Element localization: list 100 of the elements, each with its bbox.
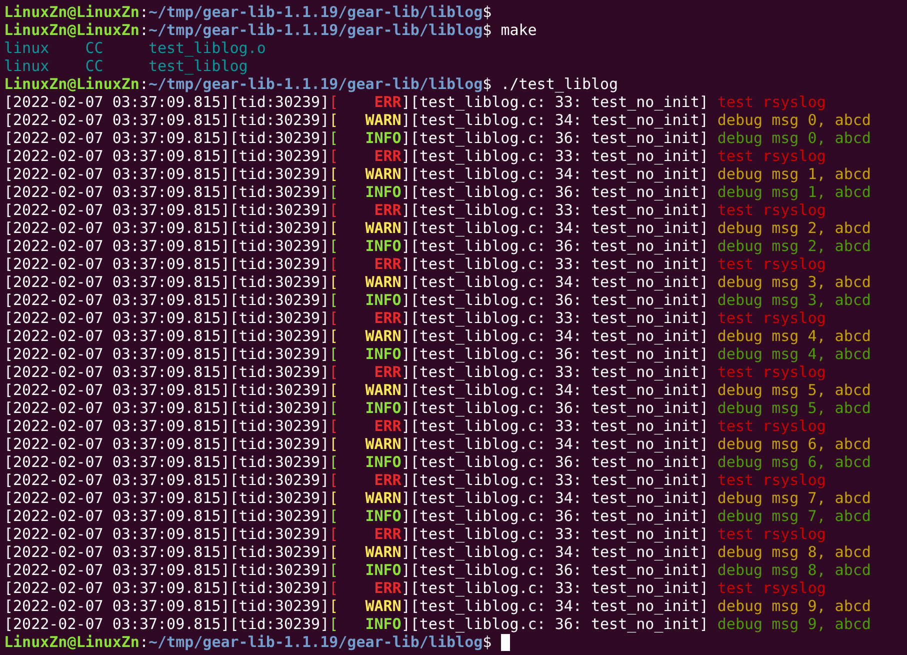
prompt-separator: : <box>139 75 148 93</box>
log-source: ][test_liblog.c: 33: test_no_init] <box>401 579 708 597</box>
log-bracket: [ <box>329 615 338 633</box>
log-bracket: [ <box>329 273 338 291</box>
prompt-symbol: $ <box>482 75 492 93</box>
log-source: ][test_liblog.c: 34: test_no_init] <box>401 165 708 183</box>
log-level: WARN <box>364 111 402 129</box>
log-level: INFO <box>364 291 402 309</box>
log-source: ][test_liblog.c: 33: test_no_init] <box>401 525 708 543</box>
log-source: ][test_liblog.c: 34: test_no_init] <box>401 435 708 453</box>
log-bracket: [ <box>329 561 338 579</box>
log-timestamp: [2022-02-07 03:37:09.815][tid:30239] <box>4 597 330 615</box>
log-message: debug msg 6, abcd <box>717 435 871 453</box>
log-source: ][test_liblog.c: 36: test_no_init] <box>401 399 708 417</box>
log-timestamp: [2022-02-07 03:37:09.815][tid:30239] <box>4 327 330 345</box>
log-bracket: [ <box>329 453 338 471</box>
log-bracket: [ <box>329 165 338 183</box>
prompt-symbol: $ <box>482 633 492 651</box>
log-timestamp: [2022-02-07 03:37:09.815][tid:30239] <box>4 579 330 597</box>
log-level: INFO <box>364 345 402 363</box>
log-source: ][test_liblog.c: 33: test_no_init] <box>401 255 708 273</box>
log-timestamp: [2022-02-07 03:37:09.815][tid:30239] <box>4 561 330 579</box>
log-message: debug msg 5, abcd <box>717 399 871 417</box>
log-level: WARN <box>364 273 402 291</box>
prompt-path: ~/tmp/gear-lib-1.1.19/gear-lib/liblog <box>148 21 483 39</box>
log-timestamp: [2022-02-07 03:37:09.815][tid:30239] <box>4 129 330 147</box>
build-target: linux <box>4 39 50 57</box>
log-source: ][test_liblog.c: 33: test_no_init] <box>401 309 708 327</box>
log-message: test rsyslog <box>717 363 826 381</box>
log-level: ERR <box>373 363 402 381</box>
prompt-path: ~/tmp/gear-lib-1.1.19/gear-lib/liblog <box>148 75 483 93</box>
log-bracket: [ <box>329 417 338 435</box>
prompt-user: LinuxZn@LinuxZn <box>4 633 140 651</box>
log-level: ERR <box>373 309 402 327</box>
log-bracket: [ <box>329 237 338 255</box>
log-timestamp: [2022-02-07 03:37:09.815][tid:30239] <box>4 309 330 327</box>
log-bracket: [ <box>329 471 338 489</box>
log-bracket: [ <box>329 129 338 147</box>
log-message: test rsyslog <box>717 201 826 219</box>
log-source: ][test_liblog.c: 33: test_no_init] <box>401 471 708 489</box>
log-level: INFO <box>364 129 402 147</box>
log-bracket: [ <box>329 381 338 399</box>
build-target: linux <box>4 57 50 75</box>
log-source: ][test_liblog.c: 36: test_no_init] <box>401 507 708 525</box>
log-timestamp: [2022-02-07 03:37:09.815][tid:30239] <box>4 471 330 489</box>
prompt-symbol: $ <box>482 3 492 21</box>
command-text: make <box>500 21 537 39</box>
log-source: ][test_liblog.c: 36: test_no_init] <box>401 453 708 471</box>
log-source: ][test_liblog.c: 33: test_no_init] <box>401 93 708 111</box>
log-level: INFO <box>364 183 402 201</box>
build-tool: CC <box>85 57 104 75</box>
log-message: debug msg 7, abcd <box>717 489 871 507</box>
log-source: ][test_liblog.c: 34: test_no_init] <box>401 543 708 561</box>
log-timestamp: [2022-02-07 03:37:09.815][tid:30239] <box>4 525 330 543</box>
command-text: ./test_liblog <box>500 75 618 93</box>
log-message: debug msg 8, abcd <box>717 543 871 561</box>
log-source: ][test_liblog.c: 33: test_no_init] <box>401 417 708 435</box>
log-message: test rsyslog <box>717 309 826 327</box>
log-timestamp: [2022-02-07 03:37:09.815][tid:30239] <box>4 615 330 633</box>
log-timestamp: [2022-02-07 03:37:09.815][tid:30239] <box>4 111 330 129</box>
log-message: debug msg 0, abcd <box>717 111 871 129</box>
log-level: INFO <box>364 453 402 471</box>
log-timestamp: [2022-02-07 03:37:09.815][tid:30239] <box>4 219 330 237</box>
log-source: ][test_liblog.c: 36: test_no_init] <box>401 291 708 309</box>
log-message: test rsyslog <box>717 417 826 435</box>
log-source: ][test_liblog.c: 34: test_no_init] <box>401 327 708 345</box>
log-level: WARN <box>364 489 402 507</box>
log-timestamp: [2022-02-07 03:37:09.815][tid:30239] <box>4 291 330 309</box>
log-source: ][test_liblog.c: 34: test_no_init] <box>401 219 708 237</box>
log-timestamp: [2022-02-07 03:37:09.815][tid:30239] <box>4 147 330 165</box>
log-level: ERR <box>373 525 402 543</box>
log-message: debug msg 9, abcd <box>717 615 871 633</box>
log-level: WARN <box>364 327 402 345</box>
log-message: test rsyslog <box>717 255 826 273</box>
log-source: ][test_liblog.c: 36: test_no_init] <box>401 129 708 147</box>
log-bracket: [ <box>329 525 338 543</box>
log-bracket: [ <box>329 201 338 219</box>
log-source: ][test_liblog.c: 34: test_no_init] <box>401 111 708 129</box>
log-bracket: [ <box>329 507 338 525</box>
log-source: ][test_liblog.c: 36: test_no_init] <box>401 561 708 579</box>
log-level: ERR <box>373 417 402 435</box>
log-message: debug msg 0, abcd <box>717 129 871 147</box>
log-level: ERR <box>373 147 402 165</box>
log-message: debug msg 1, abcd <box>717 183 871 201</box>
prompt-separator: : <box>139 3 148 21</box>
log-level: INFO <box>364 399 402 417</box>
log-bracket: [ <box>329 183 338 201</box>
log-source: ][test_liblog.c: 34: test_no_init] <box>401 273 708 291</box>
log-level: ERR <box>373 471 402 489</box>
log-bracket: [ <box>329 147 338 165</box>
log-timestamp: [2022-02-07 03:37:09.815][tid:30239] <box>4 399 330 417</box>
log-level: WARN <box>364 219 402 237</box>
build-tool: CC <box>85 39 104 57</box>
log-message: debug msg 4, abcd <box>717 345 871 363</box>
prompt-user: LinuxZn@LinuxZn <box>4 75 140 93</box>
log-source: ][test_liblog.c: 33: test_no_init] <box>401 147 708 165</box>
log-message: debug msg 9, abcd <box>717 597 871 615</box>
log-level: WARN <box>364 597 402 615</box>
log-source: ][test_liblog.c: 34: test_no_init] <box>401 597 708 615</box>
log-timestamp: [2022-02-07 03:37:09.815][tid:30239] <box>4 165 330 183</box>
